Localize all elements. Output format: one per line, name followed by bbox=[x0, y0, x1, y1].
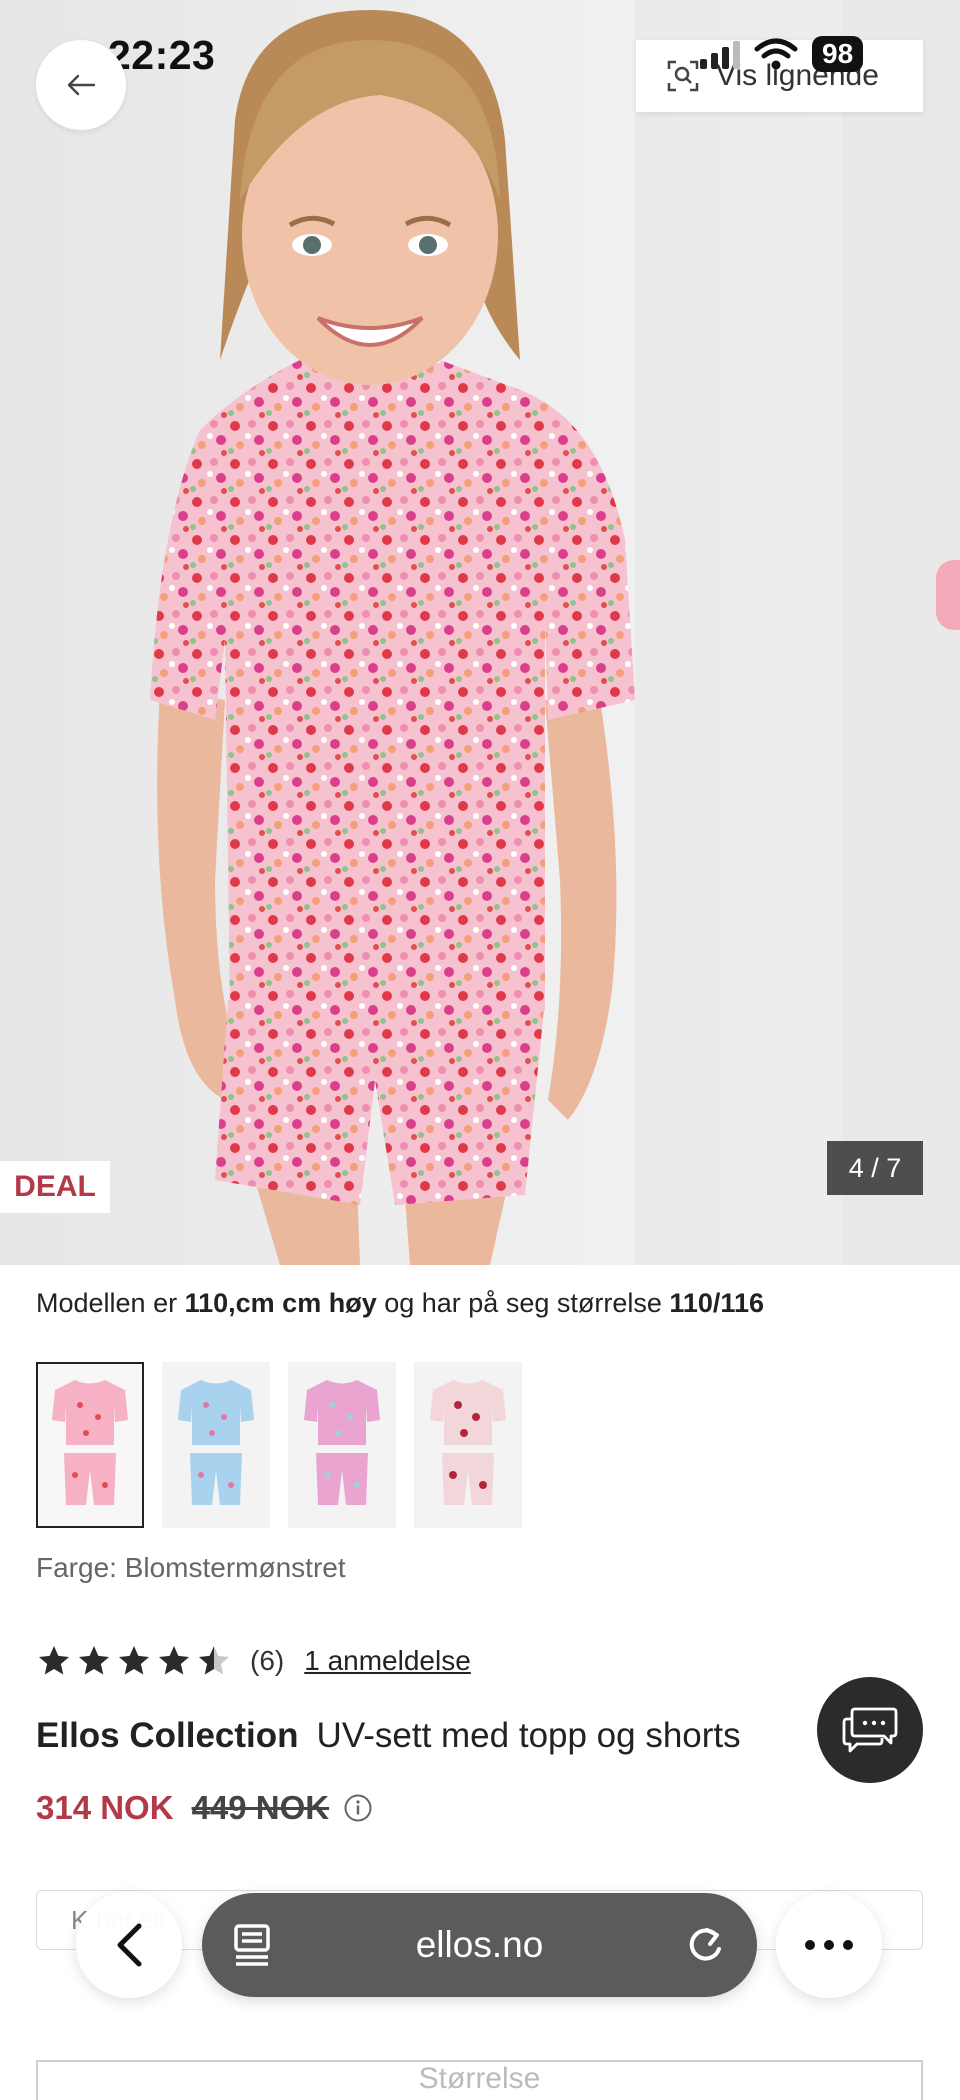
info-icon[interactable] bbox=[343, 1793, 373, 1823]
outfit-pink-floral-image bbox=[52, 1380, 128, 1505]
browser-url: ellos.no bbox=[415, 1924, 544, 1965]
rating-stars bbox=[36, 1643, 232, 1679]
model-info-prefix: Modellen er bbox=[36, 1288, 185, 1318]
next-photo-peek[interactable] bbox=[842, 0, 960, 1265]
star-full-icon bbox=[159, 1646, 189, 1675]
browser-address-bar[interactable]: ellos.no bbox=[202, 1893, 757, 1997]
rating-count: (6) bbox=[250, 1645, 285, 1676]
product-image-gallery[interactable] bbox=[0, 0, 960, 1265]
star-full-icon bbox=[79, 1646, 109, 1675]
model-info: Modellen er 110,cm cm høy og har på seg … bbox=[36, 1288, 764, 1319]
visual-search-icon bbox=[667, 60, 699, 92]
color-thumbnails bbox=[36, 1362, 522, 1528]
chat-button[interactable] bbox=[817, 1677, 923, 1783]
size-selector[interactable]: Størrelse bbox=[36, 2060, 923, 2100]
battery-indicator: 98 bbox=[812, 36, 864, 72]
arrow-left-icon bbox=[67, 74, 96, 96]
color-thumb-red-floral[interactable] bbox=[414, 1362, 522, 1528]
price-row: 314 NOK 449 NOK bbox=[36, 1789, 373, 1827]
star-half-icon bbox=[199, 1646, 229, 1675]
star-full-icon bbox=[39, 1646, 69, 1675]
cellular-signal-icon bbox=[700, 41, 740, 69]
rating-row: (6) 1 anmeldelse bbox=[36, 1643, 471, 1679]
product-brand[interactable]: Ellos Collection bbox=[36, 1716, 299, 1755]
chat-bubble-icon bbox=[842, 1707, 898, 1753]
reader-mode-icon[interactable] bbox=[232, 1923, 272, 1967]
product-title: Ellos Collection UV-sett med topp og shor… bbox=[36, 1716, 741, 1756]
gallery-back-button[interactable] bbox=[36, 40, 126, 130]
wifi-icon bbox=[754, 38, 798, 70]
image-counter: 4 / 7 bbox=[827, 1141, 923, 1195]
more-dots-icon bbox=[805, 1940, 853, 1950]
chevron-left-icon bbox=[117, 1923, 142, 1967]
outfit-red-floral-image bbox=[430, 1380, 506, 1505]
deal-badge: DEAL bbox=[0, 1161, 110, 1213]
product-photo bbox=[150, 10, 635, 1265]
outfit-lilac-floral-image bbox=[304, 1380, 380, 1505]
browser-back-button[interactable] bbox=[76, 1892, 182, 1998]
color-thumb-blue-floral[interactable] bbox=[162, 1362, 270, 1528]
original-price: 449 NOK bbox=[191, 1789, 330, 1826]
product-name: UV-sett med topp og shorts bbox=[316, 1716, 741, 1755]
status-icons: 98 bbox=[700, 36, 864, 72]
outfit-blue-floral-image bbox=[178, 1380, 254, 1505]
color-label: Farge: Blomstermønstret bbox=[36, 1552, 346, 1583]
current-price: 314 NOK bbox=[36, 1789, 174, 1826]
browser-more-button[interactable] bbox=[776, 1892, 882, 1998]
star-full-icon bbox=[119, 1646, 149, 1675]
color-thumb-lilac-floral[interactable] bbox=[288, 1362, 396, 1528]
reviews-link[interactable]: 1 anmeldelse bbox=[304, 1645, 471, 1677]
model-height: 110,cm cm høy bbox=[184, 1288, 377, 1318]
model-size: 110/116 bbox=[669, 1288, 764, 1318]
color-thumb-pink-floral[interactable] bbox=[36, 1362, 144, 1528]
reload-icon[interactable] bbox=[685, 1923, 725, 1967]
model-info-middle: og har på seg størrelse bbox=[376, 1288, 670, 1318]
